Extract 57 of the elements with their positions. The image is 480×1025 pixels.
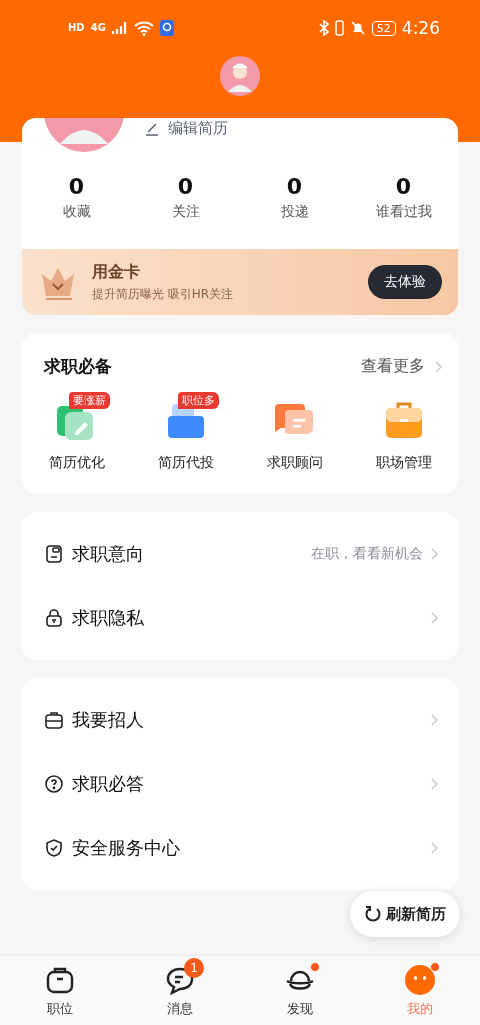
chevron-right-icon (431, 548, 438, 560)
status-text: HD (68, 23, 85, 33)
briefcase-icon (44, 710, 64, 730)
shield-check-icon (44, 838, 64, 858)
battery-level: 52 (371, 20, 396, 36)
wifi-icon (133, 20, 154, 36)
tool-badge: 要涨薪 (68, 392, 110, 409)
document-icon (44, 544, 64, 564)
tool-label[interactable]: 简历代投 (157, 454, 214, 472)
stat-count[interactable]: 0 (395, 174, 412, 199)
stat-count[interactable]: 0 (177, 174, 194, 199)
chevron-right-icon (431, 842, 438, 854)
refresh-icon (364, 905, 382, 923)
tool-label[interactable]: 简历优化 (48, 454, 105, 472)
refresh-resume-button[interactable]: 刷新简历 (350, 891, 460, 937)
stat-count[interactable]: 0 (286, 174, 303, 199)
tab-label[interactable]: 发现 (287, 999, 313, 1018)
try-button[interactable]: 去体验 (368, 265, 442, 299)
tool-label[interactable]: 求职顾问 (266, 454, 323, 472)
menu-item[interactable]: 安全服务中心 (72, 836, 423, 860)
smiley-face-icon (404, 963, 436, 996)
edit-resume-link[interactable]: 编辑简历 (144, 119, 228, 138)
stat-label[interactable]: 投递 (280, 203, 309, 221)
tab-label[interactable]: 消息 (167, 999, 193, 1018)
bluetooth-icon (318, 20, 329, 36)
chevron-right-icon (431, 778, 438, 790)
vip-card-subtitle: 提升简历曝光 吸引HR关注 (92, 285, 235, 303)
menu-item[interactable]: 我要招人 (72, 708, 423, 732)
menu-value: 在职，看看新机会 (311, 545, 423, 563)
menu-item[interactable]: 求职必答 (72, 772, 423, 796)
stat-label[interactable]: 收藏 (62, 203, 91, 221)
tool-badge: 职位多 (177, 392, 219, 409)
pencil-icon (144, 120, 160, 137)
avatar (220, 56, 260, 96)
tab-label[interactable]: 职位 (47, 999, 73, 1018)
app-notification-icon (159, 20, 174, 36)
menu-item[interactable]: 求职意向 (72, 542, 303, 566)
lock-icon (44, 608, 64, 628)
view-more-link[interactable]: 查看更多 (361, 356, 425, 377)
section-title: 求职必备 (44, 355, 112, 378)
unread-badge: 1 (184, 957, 204, 978)
status-text: 4G (90, 23, 106, 33)
stat-label[interactable]: 关注 (171, 203, 200, 221)
signal-icon (111, 21, 128, 35)
stat-count[interactable]: 0 (68, 174, 85, 199)
clock-time: 4:26 (401, 18, 440, 38)
stat-label[interactable]: 谁看过我 (375, 203, 432, 221)
chevron-right-icon (431, 612, 438, 624)
help-icon (44, 774, 64, 794)
chevron-right-icon (435, 360, 442, 373)
tool-label[interactable]: 职场管理 (375, 454, 432, 472)
vibrate-icon (334, 20, 344, 36)
menu-item[interactable]: 求职隐私 (72, 606, 423, 630)
vip-card-banner[interactable]: 用金卡 提升简历曝光 吸引HR关注 去体验 (22, 249, 458, 315)
bell-muted-icon (349, 20, 366, 36)
vip-card-title: 用金卡 (92, 261, 141, 283)
chevron-right-icon (431, 714, 438, 726)
